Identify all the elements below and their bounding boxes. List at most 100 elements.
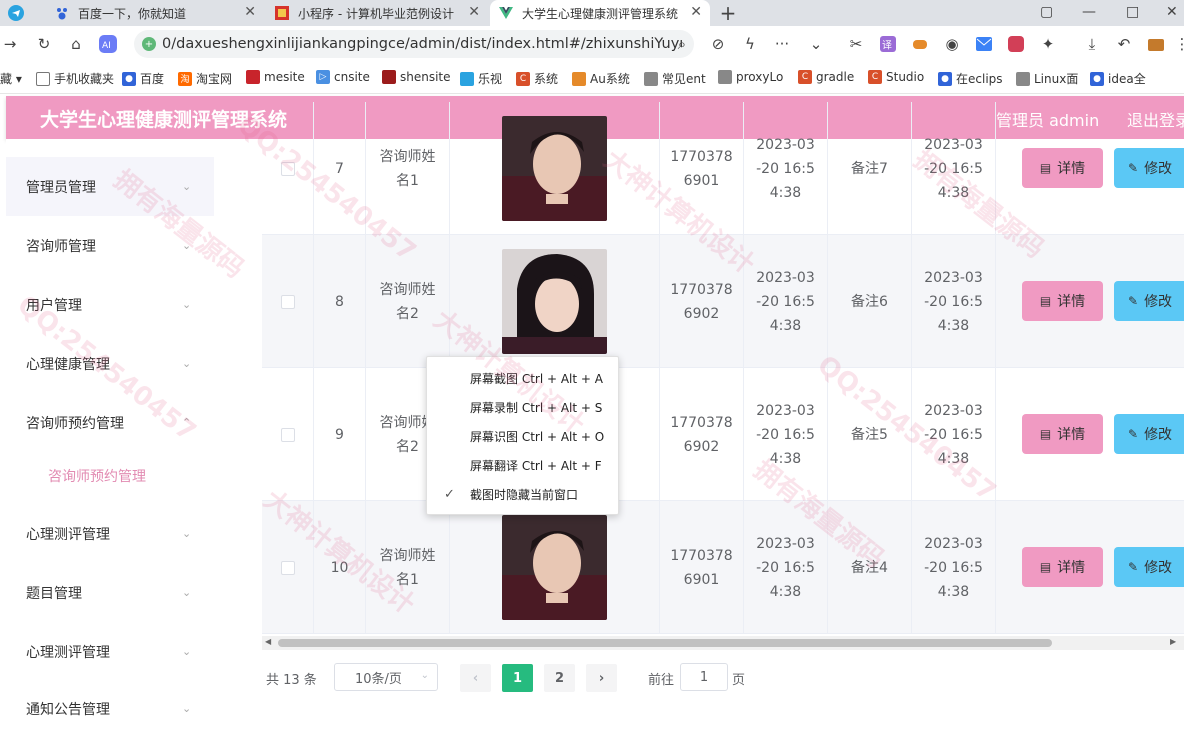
home-icon[interactable]: ⌂	[66, 34, 86, 54]
bookmark-item[interactable]: Au系统	[572, 70, 630, 87]
bookmarks-bar: 藏 ▾ 手机收藏夹 ● 百度 淘淘宝网 mesite ▷ cnsite shensi…	[0, 62, 1184, 94]
sidebar-item-assessment-2[interactable]: 心理测评管理 ⌄	[6, 622, 262, 681]
page-size-select[interactable]: 10条/页 ⌄	[334, 663, 438, 691]
bookmark-item[interactable]: proxyLo	[718, 70, 783, 84]
edit-button[interactable]: ✎ 修改	[1114, 281, 1184, 321]
sidebar-item-notices[interactable]: 通知公告管理 ⌄	[6, 679, 262, 738]
goto-page-input[interactable]: 1	[680, 663, 728, 691]
menu-item-screen-translate[interactable]: 屏幕翻译 Ctrl + Alt + F	[427, 451, 620, 480]
bookmark-item[interactable]: 常见ent	[644, 70, 706, 87]
lightning-icon[interactable]: ϟ	[740, 34, 760, 54]
sidebar: 管理员管理 ⌄ 咨询师管理 ⌄ 用户管理 ⌄ 心理健康管理 ⌄ 咨询师预约管理 …	[6, 139, 262, 718]
more-horizontal-icon[interactable]: ···	[772, 34, 792, 54]
menu-item-label: 截图时隐藏当前窗口	[470, 488, 579, 502]
browser-tab-pinned[interactable]	[0, 0, 46, 26]
edit-button[interactable]: ✎ 修改	[1114, 414, 1184, 454]
bookmark-item[interactable]: Cgradle	[798, 70, 854, 84]
scissors-icon[interactable]: ✂	[846, 34, 866, 54]
extensions-icon[interactable]: ✦	[1038, 34, 1058, 54]
browser-tab-bar: 百度一下，你就知道 ✕ 小程序 - 计算机毕业范例设计 ✕ 大学生心理健康测评管…	[0, 0, 1184, 26]
browser-tab-active[interactable]: 大学生心理健康测评管理系统 ✕	[490, 0, 710, 26]
pencil-icon: ✎	[1128, 560, 1139, 574]
detail-button[interactable]: ▤ 详情	[1022, 148, 1103, 188]
sidebar-item-counselor[interactable]: 咨询师管理 ⌄	[6, 216, 262, 275]
detail-button[interactable]: ▤ 详情	[1022, 547, 1103, 587]
menu-item-screen-record[interactable]: 屏幕录制 Ctrl + Alt + S	[427, 393, 620, 422]
bookmark-item[interactable]: 淘淘宝网	[178, 70, 232, 87]
date-cell: 2023-03 -20 16:5 4:38	[744, 235, 828, 368]
table-horizontal-scrollbar[interactable]: ◀ ▶	[262, 636, 1184, 650]
pagination: 共 13 条 10条/页 ⌄ ‹ 1 2 › 前往 1 页	[262, 663, 1184, 693]
browser-tab-miniprogram[interactable]: 小程序 - 计算机毕业范例设计 ✕	[266, 0, 488, 26]
menu-item-hide-window[interactable]: ✓ 截图时隐藏当前窗口	[427, 480, 620, 509]
chevron-down-icon: ⌄	[182, 527, 192, 540]
scroll-left-icon[interactable]: ◀	[265, 637, 271, 646]
site-info-icon[interactable]: +	[142, 37, 156, 51]
detail-button[interactable]: ▤ 详情	[1022, 281, 1103, 321]
download-icon[interactable]: ⤓	[1082, 34, 1102, 54]
bookmark-item[interactable]: Linux面	[1016, 70, 1078, 87]
edit-button[interactable]: ✎ 修改	[1114, 547, 1184, 587]
bookmark-item[interactable]: mesite	[246, 70, 305, 84]
bookmark-item[interactable]: 乐视	[460, 70, 502, 87]
reload-icon[interactable]: ↻	[34, 34, 54, 54]
tab-search-icon[interactable]: ▢	[1040, 4, 1053, 20]
eye-icon[interactable]: ◉	[942, 34, 962, 54]
undo-icon[interactable]: ↶	[1114, 34, 1134, 54]
screenshot-context-menu: 屏幕截图 Ctrl + Alt + A 屏幕录制 Ctrl + Alt + S …	[426, 356, 619, 515]
window-close-icon[interactable]: ✕	[1166, 4, 1178, 20]
scrollbar-thumb[interactable]	[278, 639, 1052, 647]
bookmark-item[interactable]: C Studio	[868, 70, 924, 84]
maximize-icon[interactable]: □	[1126, 4, 1139, 20]
bookmark-item[interactable]: shensite	[382, 70, 451, 84]
ai-assistant-icon[interactable]: AI	[98, 34, 118, 54]
translate-icon[interactable]: 译	[878, 34, 898, 54]
sidebar-item-users[interactable]: 用户管理 ⌄	[6, 275, 262, 334]
sidebar-item-assessment[interactable]: 心理测评管理 ⌄	[6, 504, 262, 563]
bookmark-item[interactable]: ▷ cnsite	[316, 70, 370, 84]
page-button-1[interactable]: 1	[502, 664, 533, 692]
bookmark-item[interactable]: 手机收藏夹	[36, 70, 114, 87]
zoom-icon[interactable]: ⌕	[672, 34, 692, 54]
edit-label: 修改	[1144, 161, 1173, 177]
sidebar-item-appointments[interactable]: 咨询师预约管理 ⌃	[6, 393, 262, 452]
mail-icon[interactable]	[974, 34, 994, 54]
row-checkbox[interactable]	[280, 427, 295, 442]
bookmark-item[interactable]: C 系统	[516, 70, 558, 87]
bookmark-item[interactable]: ● idea全	[1090, 70, 1146, 87]
bookmark-label: 淘宝网	[196, 72, 233, 86]
forward-icon[interactable]: →	[0, 34, 20, 54]
row-checkbox[interactable]	[280, 161, 295, 176]
row-checkbox[interactable]	[280, 294, 295, 309]
pocket-icon[interactable]	[1006, 34, 1026, 54]
close-icon[interactable]: ✕	[690, 4, 702, 20]
menu-icon[interactable]: ⋮	[1172, 34, 1184, 54]
bookmark-item[interactable]: ● 百度	[122, 70, 164, 87]
edit-button[interactable]: ✎ 修改	[1114, 148, 1184, 188]
bookmark-item[interactable]: 藏 ▾	[0, 70, 22, 87]
chevron-down-icon[interactable]: ⌄	[806, 34, 826, 54]
compass-icon[interactable]: ⊘	[708, 34, 728, 54]
browser-tab-baidu[interactable]: 百度一下，你就知道 ✕	[46, 0, 264, 26]
next-page-button[interactable]: ›	[586, 664, 617, 692]
scroll-right-icon[interactable]: ▶	[1170, 637, 1176, 646]
menu-item-screen-ocr[interactable]: 屏幕识图 Ctrl + Alt + O	[427, 422, 620, 451]
close-icon[interactable]: ✕	[244, 4, 256, 20]
minimize-icon[interactable]: —	[1082, 4, 1096, 20]
address-bar[interactable]: + 0/daxueshengxinlijiankangpingce/admin/…	[134, 30, 694, 58]
detail-button[interactable]: ▤ 详情	[1022, 414, 1103, 454]
new-tab-button[interactable]: +	[716, 0, 740, 26]
sidebar-item-questions[interactable]: 题目管理 ⌄	[6, 563, 262, 622]
close-icon[interactable]: ✕	[468, 4, 480, 20]
prev-page-button[interactable]: ‹	[460, 664, 491, 692]
game-icon[interactable]	[910, 34, 930, 54]
sidebar-item-admin[interactable]: 管理员管理 ⌄	[6, 157, 214, 216]
menu-item-screenshot[interactable]: 屏幕截图 Ctrl + Alt + A	[427, 364, 620, 393]
sidebar-subitem-appointments[interactable]: 咨询师预约管理	[6, 453, 262, 499]
table-row: 9 咨询师姓 名2 1770378 6902 2023-03 -20 16:5 4:38…	[262, 368, 1184, 501]
wallet-icon[interactable]	[1146, 34, 1166, 54]
bookmark-item[interactable]: ● 在eclips	[938, 70, 1003, 87]
page-button-2[interactable]: 2	[544, 664, 575, 692]
sidebar-item-mental-health[interactable]: 心理健康管理 ⌄	[6, 334, 262, 393]
row-checkbox[interactable]	[280, 560, 295, 575]
